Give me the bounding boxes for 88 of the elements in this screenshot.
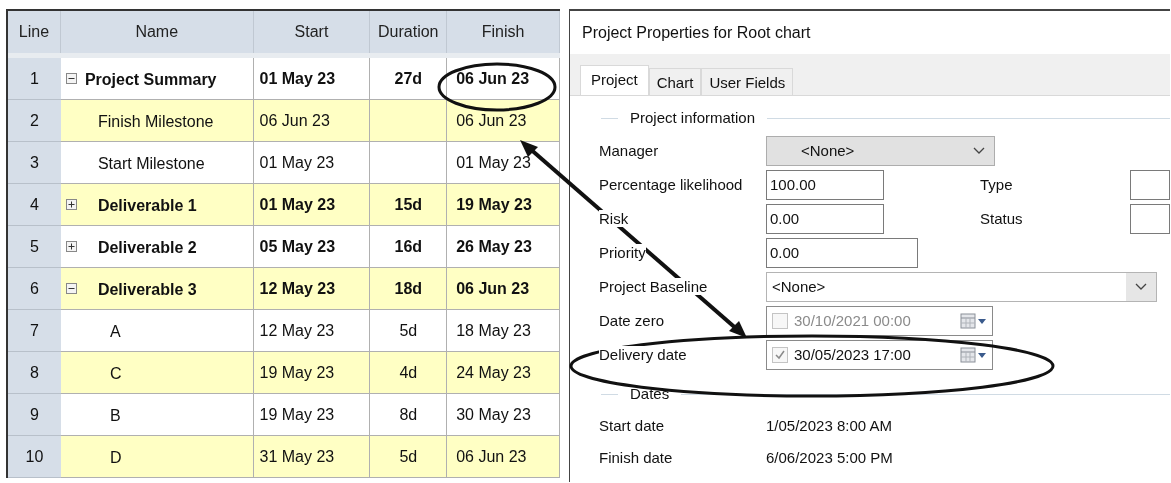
table-cell: 06 Jun 23 — [447, 58, 560, 100]
baseline-dropdown[interactable]: <None> — [766, 272, 1157, 302]
table-cell: 5d — [370, 310, 448, 352]
field-label: Status — [980, 208, 1024, 229]
column-header[interactable]: Name — [60, 11, 254, 53]
table-cell: 27d — [370, 58, 448, 100]
task-name[interactable]: C — [109, 362, 122, 386]
field-value: 6/06/2023 5:00 PM — [766, 447, 893, 468]
text-field[interactable] — [1130, 204, 1170, 234]
calendar-dropdown-icon[interactable] — [960, 347, 988, 363]
line-number: 1 — [8, 58, 61, 100]
calendar-dropdown-icon[interactable] — [960, 313, 988, 329]
table-cell: 15d — [370, 184, 448, 226]
text-field[interactable] — [1130, 170, 1170, 200]
line-number: 6 — [8, 268, 61, 310]
table-cell: 4d — [370, 352, 448, 394]
field-label: Priority — [599, 243, 646, 261]
table-cell: 06 Jun 23 — [447, 436, 560, 478]
column-header[interactable]: Start — [253, 11, 371, 53]
table-cell: 18 May 23 — [447, 310, 560, 352]
chevron-down-icon[interactable] — [1134, 282, 1148, 292]
field-value: 1/05/2023 8:00 AM — [766, 415, 892, 436]
checkbox[interactable] — [772, 313, 788, 329]
table-cell: 19 May 23 — [253, 352, 371, 394]
table-cell: 31 May 23 — [253, 436, 371, 478]
table-cell: 30 May 23 — [447, 394, 560, 436]
line-number: 3 — [8, 142, 61, 184]
task-name[interactable]: Deliverable 1 — [97, 194, 197, 218]
task-name[interactable]: Deliverable 3 — [97, 278, 197, 302]
field-label: Type — [980, 174, 1014, 195]
date-picker[interactable]: 30/05/2023 17:00 — [766, 340, 993, 370]
tab[interactable]: Project — [580, 65, 649, 95]
task-name[interactable]: Finish Milestone — [97, 110, 214, 134]
task-name[interactable]: D — [109, 446, 122, 470]
table-cell: 06 Jun 23 — [447, 100, 560, 142]
dialog-title: Project Properties for Root chart — [570, 11, 1170, 54]
table-cell: 01 May 23 — [447, 142, 560, 184]
field-label: Risk — [599, 209, 629, 227]
field-label: Finish date — [599, 447, 674, 468]
table-cell: 19 May 23 — [253, 394, 371, 436]
task-name[interactable]: B — [109, 404, 121, 428]
line-number: 5 — [8, 226, 61, 268]
line-number: 8 — [8, 352, 61, 394]
field-label: Project Baseline — [599, 277, 708, 295]
table-cell: 19 May 23 — [447, 184, 560, 226]
table-cell: 01 May 23 — [253, 142, 371, 184]
manager-dropdown[interactable]: <None> — [766, 136, 995, 166]
text-field[interactable]: 0.00 — [766, 204, 884, 234]
text-field[interactable]: 0.00 — [766, 238, 918, 268]
line-number: 4 — [8, 184, 61, 226]
tab[interactable]: User Fields — [701, 68, 794, 95]
collapse-icon[interactable] — [65, 283, 77, 294]
table-cell: 12 May 23 — [253, 268, 371, 310]
text-field[interactable]: 100.00 — [766, 170, 884, 200]
chevron-down-icon[interactable] — [972, 146, 986, 156]
column-header[interactable]: Finish — [447, 11, 560, 53]
group-heading: Dates — [629, 383, 671, 404]
table-cell: 05 May 23 — [253, 226, 371, 268]
field-label: Delivery date — [599, 345, 687, 363]
task-name[interactable]: Start Milestone — [97, 152, 205, 176]
table-cell: 24 May 23 — [447, 352, 560, 394]
task-name[interactable]: A — [109, 320, 121, 344]
line-number: 9 — [8, 394, 61, 436]
expand-icon[interactable] — [65, 199, 77, 210]
table-cell: 06 Jun 23 — [253, 100, 371, 142]
table-cell: 06 Jun 23 — [447, 268, 560, 310]
field-label: Start date — [599, 415, 666, 436]
line-number: 10 — [8, 436, 61, 478]
table-cell: 18d — [370, 268, 448, 310]
collapse-icon[interactable] — [65, 73, 77, 84]
expand-icon[interactable] — [65, 241, 77, 252]
column-header[interactable]: Line — [8, 11, 61, 53]
line-number: 2 — [8, 100, 61, 142]
line-number: 7 — [8, 310, 61, 352]
task-name[interactable]: Deliverable 2 — [97, 236, 197, 260]
task-name[interactable]: Project Summary — [84, 68, 217, 92]
tab[interactable]: Chart — [648, 68, 702, 95]
table-cell: 16d — [370, 226, 448, 268]
table-cell: 01 May 23 — [253, 184, 371, 226]
date-picker[interactable]: 30/10/2021 00:00 — [766, 306, 993, 336]
group-heading: Project information — [629, 107, 757, 128]
table-cell: 12 May 23 — [253, 310, 371, 352]
table-cell: 01 May 23 — [253, 58, 371, 100]
table-cell: 8d — [370, 394, 448, 436]
table-cell: 26 May 23 — [447, 226, 560, 268]
table-cell: 5d — [370, 436, 448, 478]
column-header[interactable]: Duration — [370, 11, 448, 53]
checkbox[interactable] — [772, 347, 788, 363]
